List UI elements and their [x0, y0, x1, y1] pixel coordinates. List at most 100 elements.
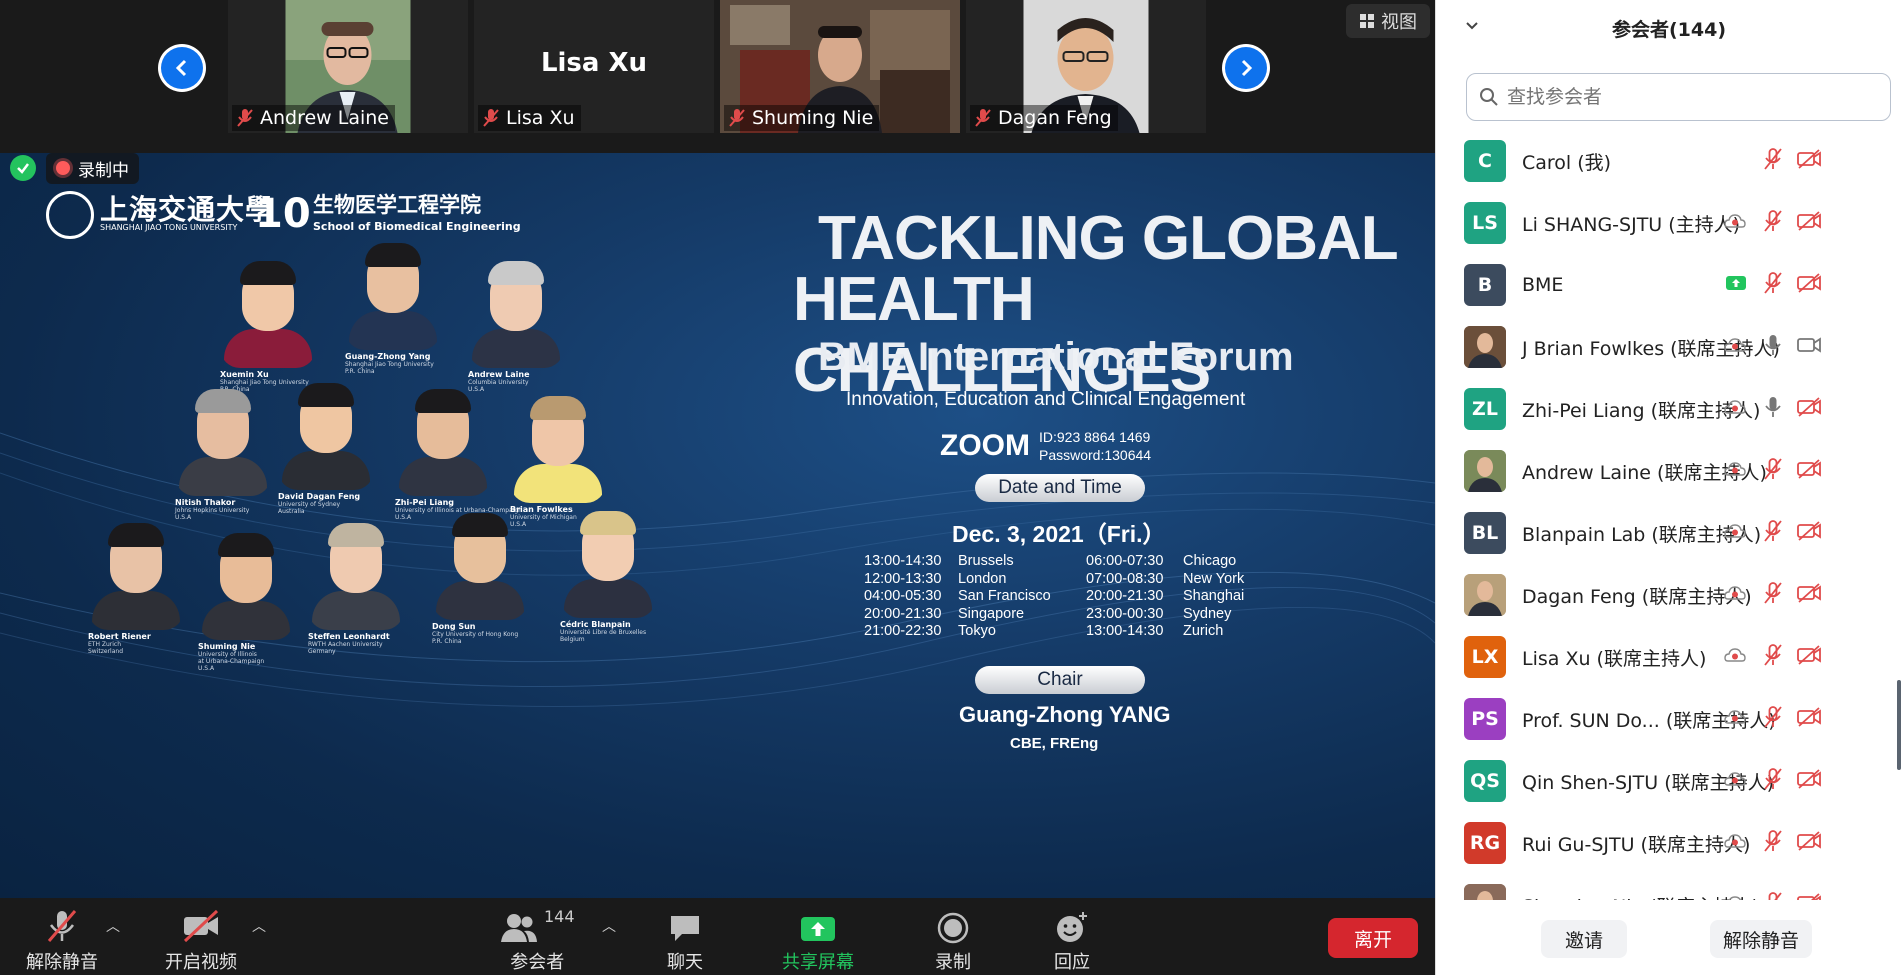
mic-on-icon[interactable] — [1762, 333, 1784, 361]
speaker-card: Cédric Blanpain Université Libre de Bruxe… — [560, 503, 656, 643]
participant-name-tag: Shuming Nie — [724, 105, 880, 131]
avatar: LS — [1464, 202, 1506, 244]
participant-row[interactable]: C Carol (我) — [1436, 130, 1901, 192]
video-off-icon[interactable] — [1796, 892, 1822, 900]
participant-row[interactable]: B BME — [1436, 254, 1901, 316]
mic-on-icon[interactable] — [1762, 395, 1784, 423]
gallery-next-button[interactable] — [1222, 44, 1270, 92]
mic-muted-icon[interactable] — [1762, 209, 1784, 237]
video-off-icon[interactable] — [1796, 768, 1822, 794]
participant-row[interactable]: LS Li SHANG-SJTU (主持人) — [1436, 192, 1901, 254]
mic-muted-icon — [729, 109, 745, 127]
schedule-row: 12:00-13:30 London 07:00-08:30 New York — [864, 571, 1263, 589]
participant-row[interactable]: QS Qin Shen-SJTU (联席主持人) — [1436, 750, 1901, 812]
audio-options-caret-icon[interactable]: ︿ — [106, 916, 120, 936]
video-off-icon[interactable] — [1796, 582, 1822, 608]
participant-list-scrollbar[interactable] — [1897, 680, 1901, 770]
mic-muted-icon[interactable] — [1762, 271, 1784, 299]
speaker-name: David Dagan Feng — [278, 492, 361, 501]
smiley-icon — [1057, 912, 1087, 942]
video-off-icon[interactable] — [1796, 706, 1822, 732]
participant-row[interactable]: RG Rui Gu-SJTU (联席主持人) — [1436, 812, 1901, 874]
participant-row[interactable]: LX Lisa Xu (联席主持人) — [1436, 626, 1901, 688]
speaker-card: Dong Sun City University of Hong Kong P.R.… — [432, 505, 528, 645]
unmute-all-button[interactable]: 解除静音 — [1710, 920, 1812, 958]
avatar: B — [1464, 264, 1506, 306]
speaker-affiliation: U.S.A — [175, 514, 192, 521]
participant-name-tag: Andrew Laine — [232, 105, 396, 131]
gallery-prev-button[interactable] — [158, 44, 206, 92]
share-screen-button[interactable]: 共享屏幕 — [782, 906, 854, 974]
encryption-shield-icon[interactable] — [10, 155, 36, 181]
recording-indicator[interactable]: 录制中 — [46, 152, 139, 184]
mic-muted-icon[interactable] — [1762, 457, 1784, 485]
video-off-icon[interactable] — [1796, 210, 1822, 236]
participant-row[interactable]: Shuming Nie (联席主持人) — [1436, 874, 1901, 900]
schedule-city: Singapore — [958, 605, 1025, 622]
zoom-meeting-info: ID:923 8864 1469 Password:130644 — [1039, 428, 1151, 464]
view-button[interactable]: 视图 — [1346, 4, 1430, 38]
mic-muted-icon — [975, 109, 991, 127]
participants-button[interactable]: 144 参会者 — [500, 906, 575, 974]
video-off-icon[interactable] — [1796, 396, 1822, 422]
mic-muted-icon[interactable] — [1762, 643, 1784, 671]
video-tile-lisa-xu[interactable]: Lisa Xu Lisa Xu — [474, 0, 714, 133]
video-off-icon[interactable] — [1796, 458, 1822, 484]
video-off-icon[interactable] — [1796, 520, 1822, 546]
speaker-photo — [345, 235, 441, 350]
search-input[interactable] — [1507, 86, 1877, 108]
mic-muted-icon[interactable] — [1762, 829, 1784, 857]
speaker-affiliation: at Urbana-Champaign — [198, 658, 265, 665]
participant-row[interactable]: PS Prof. SUN Do... (联席主持人) — [1436, 688, 1901, 750]
video-off-icon[interactable] — [1796, 830, 1822, 856]
chat-button[interactable]: 聊天 — [667, 906, 703, 974]
speaker-name: Andrew Laine — [468, 370, 530, 379]
participant-row[interactable]: Andrew Laine (联席主持人) — [1436, 440, 1901, 502]
participants-options-caret-icon[interactable]: ︿ — [602, 916, 616, 936]
mic-muted-icon[interactable] — [1762, 767, 1784, 795]
video-off-icon[interactable] — [1796, 148, 1822, 174]
invite-button[interactable]: 邀请 — [1541, 920, 1627, 958]
leave-meeting-button[interactable]: 离开 — [1328, 918, 1418, 958]
start-video-button[interactable]: 开启视频 — [165, 906, 237, 974]
panel-title: 参会者(144) — [1611, 19, 1727, 41]
participant-row[interactable]: Dagan Feng (联席主持人) — [1436, 564, 1901, 626]
speaker-photo — [88, 515, 184, 630]
video-tile-shuming-nie[interactable]: Shuming Nie — [720, 0, 960, 133]
schedule-row: 04:00-05:30 San Francisco 20:00-21:30 Shang… — [864, 588, 1263, 606]
participants-label: 参会者 — [510, 952, 565, 973]
video-off-icon[interactable] — [1796, 644, 1822, 670]
speaker-card: Nitish Thakor Johns Hopkins University U.S… — [175, 381, 271, 521]
video-off-icon[interactable] — [1796, 272, 1822, 298]
mic-muted-icon[interactable] — [1762, 705, 1784, 733]
record-button[interactable]: 录制 — [935, 906, 971, 974]
timezone-schedule: 13:00-14:30 Brussels 06:00-07:30 Chicago 12:… — [864, 553, 1263, 641]
panel-header: 参会者(144) — [1436, 0, 1901, 56]
avatar: QS — [1464, 760, 1506, 802]
speaker-card: Steffen Leonhardt RWTH Aachen University G… — [308, 515, 404, 655]
video-on-icon[interactable] — [1796, 334, 1822, 360]
participant-search[interactable] — [1466, 73, 1891, 121]
mic-muted-icon[interactable] — [1762, 891, 1784, 900]
participant-row[interactable]: ZL Zhi-Pei Liang (联席主持人) — [1436, 378, 1901, 440]
mic-muted-icon[interactable] — [1762, 519, 1784, 547]
schedule-city: Chicago — [1183, 553, 1237, 569]
participant-row[interactable]: BL Blanpain Lab (联席主持人) — [1436, 502, 1901, 564]
sjtu-logo-english: SHANGHAI JIAO TONG UNIVERSITY — [100, 223, 238, 232]
video-tile-dagan-feng[interactable]: Dagan Feng — [966, 0, 1206, 133]
speaker-affiliation: University of Illinois — [198, 651, 257, 658]
participant-row[interactable]: J Brian Fowlkes (联席主持人) — [1436, 316, 1901, 378]
chair-heading: Chair — [975, 666, 1145, 694]
mic-muted-icon[interactable] — [1762, 147, 1784, 175]
unmute-button[interactable]: 解除静音 — [26, 906, 98, 974]
video-tile-andrew-laine[interactable]: Andrew Laine — [228, 0, 468, 133]
video-options-caret-icon[interactable]: ︿ — [252, 916, 266, 936]
schedule-city: Zurich — [1183, 623, 1224, 639]
mic-muted-icon — [47, 910, 77, 942]
recording-dot-icon — [56, 161, 70, 175]
video-gallery-strip: Andrew Laine Lisa Xu Lisa Xu Shuming Nie… — [0, 0, 1435, 138]
share-screen-icon — [801, 917, 835, 941]
start-video-label: 开启视频 — [165, 952, 237, 973]
mic-muted-icon[interactable] — [1762, 581, 1784, 609]
reactions-button[interactable]: 回应 — [1054, 906, 1090, 974]
